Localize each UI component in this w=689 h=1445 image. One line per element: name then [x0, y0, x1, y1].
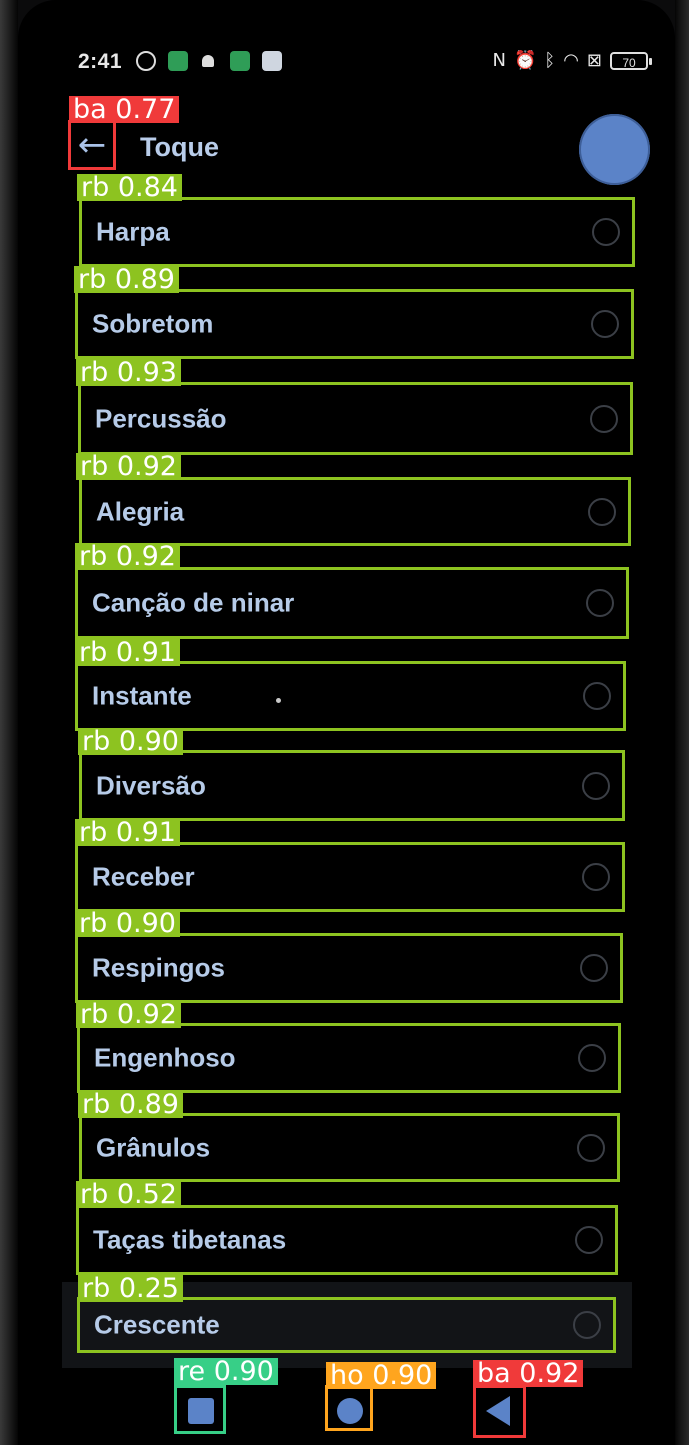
ringtone-label: Engenhoso: [94, 1042, 236, 1073]
ringtone-label: Grânulos: [96, 1132, 211, 1162]
ringtone-label: Canção de ninar: [92, 587, 295, 618]
page-title: Toque: [140, 132, 219, 162]
radio-button[interactable]: [578, 1044, 606, 1072]
ringtone-label: Harpa: [96, 216, 170, 247]
detection-label: rb 0.89: [78, 1091, 183, 1118]
nfc-icon: N: [492, 50, 506, 71]
ringtone-label: Instante: [92, 680, 192, 711]
ringtone-option-sobretom[interactable]: Sobretom: [75, 289, 634, 359]
phone-bezel-left: [0, 0, 18, 1445]
ringtone-label: Sobretom: [92, 308, 214, 339]
ringtone-option-harpa[interactable]: Harpa: [79, 197, 635, 267]
detection-label: rb 0.84: [77, 174, 182, 201]
ringtone-option-receber[interactable]: Receber: [75, 842, 625, 912]
radio-button[interactable]: [591, 310, 619, 338]
radio-button[interactable]: [583, 682, 611, 710]
radio-button[interactable]: [575, 1226, 603, 1254]
battery-icon: 70: [610, 51, 652, 70]
avatar[interactable]: [579, 114, 650, 185]
detection-box-recent: [174, 1385, 226, 1434]
radio-button[interactable]: [588, 497, 616, 526]
detection-label: rb 0.90: [75, 910, 180, 937]
close-box-icon: ⊠: [586, 50, 602, 71]
ringtone-option-respingos[interactable]: Respingos: [75, 933, 623, 1003]
status-bar: 2:41 N ⏰ ᛒ ◠ ⊠ 70: [58, 44, 652, 80]
detection-label-back: ba 0.77: [69, 96, 180, 123]
grid-app-icon: [168, 51, 188, 71]
message-icon: [262, 51, 282, 71]
app-icon: [230, 51, 250, 71]
alarm-icon: ⏰: [513, 50, 537, 71]
detection-label-recent: re 0.90: [174, 1358, 278, 1385]
detection-label: rb 0.92: [75, 543, 180, 570]
ringtone-label: Percussão: [95, 403, 227, 433]
detection-label: rb 0.89: [74, 266, 179, 293]
android-icon: [202, 55, 214, 67]
detection-box-nav-back: [473, 1385, 526, 1438]
detection-label: rb 0.92: [76, 1001, 181, 1028]
radio-button[interactable]: [586, 589, 614, 617]
radio-button[interactable]: [577, 1133, 605, 1162]
detection-label-home: ho 0.90: [326, 1362, 437, 1389]
ringtone-option-cancao-de-ninar[interactable]: Canção de ninar: [75, 567, 629, 639]
ringtone-option-engenhoso[interactable]: Engenhoso: [77, 1023, 621, 1093]
phone-bezel-right: [675, 0, 689, 1445]
ringtone-label: Diversão: [96, 770, 206, 800]
ringtone-option-tacas-tibetanas[interactable]: Taças tibetanas: [76, 1205, 618, 1275]
detection-label: rb 0.25: [78, 1275, 183, 1302]
detection-label: rb 0.52: [76, 1181, 181, 1208]
ringtone-option-instante[interactable]: Instante: [75, 661, 626, 731]
ringtone-label: Receber: [92, 861, 195, 892]
radio-button[interactable]: [590, 404, 618, 433]
wifi-icon: ◠: [563, 50, 579, 71]
detection-label: rb 0.90: [78, 728, 183, 755]
ringtone-option-alegria[interactable]: Alegria: [79, 477, 631, 546]
ringtone-option-diversao[interactable]: Diversão: [79, 750, 625, 821]
status-time: 2:41: [78, 50, 123, 73]
radio-button[interactable]: [582, 771, 610, 800]
ringtone-label: Respingos: [92, 952, 225, 983]
ringtone-option-crescente[interactable]: Crescente: [77, 1297, 616, 1353]
ringtone-option-percussao[interactable]: Percussão: [78, 382, 633, 455]
status-right-icons: N ⏰ ᛒ ◠ ⊠ 70: [492, 50, 652, 71]
bluetooth-icon: ᛒ: [544, 50, 556, 71]
settings-icon: [136, 51, 156, 71]
radio-button[interactable]: [580, 954, 608, 982]
detection-label: rb 0.91: [75, 819, 180, 846]
radio-button[interactable]: [592, 218, 620, 246]
detection-label: rb 0.91: [75, 639, 180, 666]
ringtone-label: Alegria: [96, 496, 185, 526]
ringtone-label: Crescente: [94, 1309, 220, 1340]
ringtone-option-granulos[interactable]: Grânulos: [79, 1113, 620, 1182]
radio-button[interactable]: [582, 863, 610, 891]
ringtone-label: Taças tibetanas: [93, 1224, 287, 1255]
detection-label: rb 0.92: [76, 453, 181, 480]
detection-box-back: [68, 120, 116, 170]
detection-box-home: [325, 1385, 373, 1431]
detection-label: rb 0.93: [76, 359, 181, 386]
touch-indicator: [276, 698, 281, 703]
detection-label-nav-back: ba 0.92: [473, 1360, 584, 1387]
radio-button[interactable]: [573, 1311, 601, 1339]
